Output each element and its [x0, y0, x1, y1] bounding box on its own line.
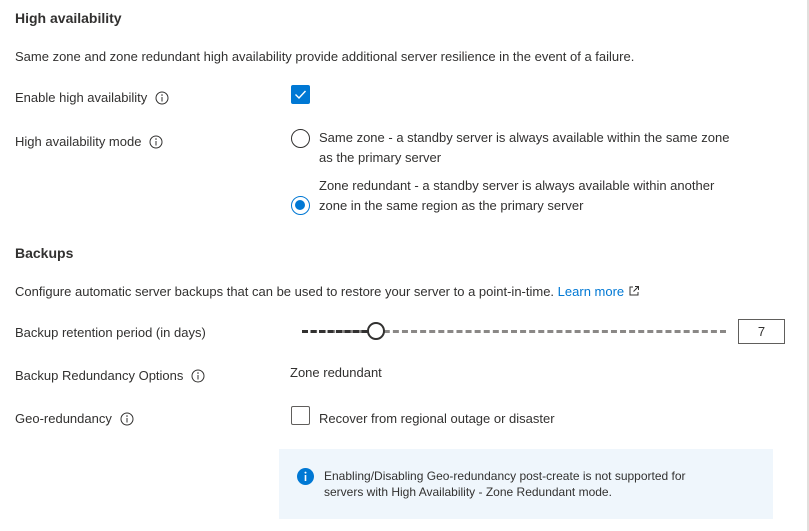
info-message-line1: Enabling/Disabling Geo-redundancy post-c… — [324, 469, 686, 483]
info-icon[interactable] — [149, 135, 163, 149]
info-icon[interactable] — [191, 369, 205, 383]
radio-zone-redundant-label[interactable]: Zone redundant - a standby server is alw… — [319, 176, 714, 216]
retention-slider-thumb[interactable] — [367, 322, 385, 340]
learn-more-link[interactable]: Learn more — [558, 284, 640, 299]
redundancy-label-row: Backup Redundancy Options — [15, 368, 205, 383]
geo-redundancy-option-label[interactable]: Recover from regional outage or disaster — [319, 411, 555, 426]
info-message: Enabling/Disabling Geo-redundancy post-c… — [324, 468, 686, 500]
backups-description-row: Configure automatic server backups that … — [15, 284, 640, 299]
retention-slider-fill — [302, 330, 376, 333]
radio-zone-redundant-line2: zone in the same region as the primary s… — [319, 198, 584, 213]
geo-redundancy-checkbox[interactable] — [291, 406, 310, 425]
radio-same-zone-line1: Same zone - a standby server is always a… — [319, 130, 730, 145]
backups-description: Configure automatic server backups that … — [15, 284, 555, 299]
enable-ha-label: Enable high availability — [15, 90, 148, 105]
redundancy-label: Backup Redundancy Options — [15, 368, 184, 383]
geo-redundancy-label: Geo-redundancy — [15, 411, 112, 426]
enable-ha-checkbox[interactable] — [291, 85, 310, 104]
retention-days-input[interactable] — [738, 319, 785, 344]
geo-redundancy-info-box: Enabling/Disabling Geo-redundancy post-c… — [279, 449, 773, 519]
info-icon[interactable] — [120, 412, 134, 426]
retention-label: Backup retention period (in days) — [15, 325, 206, 340]
info-filled-icon — [297, 468, 314, 485]
ha-mode-label: High availability mode — [15, 134, 142, 149]
enable-ha-label-row: Enable high availability — [15, 90, 169, 105]
learn-more-label: Learn more — [557, 284, 625, 299]
ha-mode-label-row: High availability mode — [15, 134, 163, 149]
high-availability-description: Same zone and zone redundant high availa… — [15, 49, 635, 64]
radio-zone-redundant-line1: Zone redundant - a standby server is alw… — [319, 178, 715, 193]
redundancy-value: Zone redundant — [290, 365, 382, 380]
radio-same-zone-label[interactable]: Same zone - a standby server is always a… — [319, 128, 729, 168]
radio-same-zone-line2: as the primary server — [319, 150, 442, 165]
info-icon[interactable] — [155, 91, 169, 105]
info-message-line2: servers with High Availability - Zone Re… — [324, 485, 612, 499]
checkmark-icon — [295, 90, 307, 100]
section-title-backups: Backups — [15, 245, 74, 261]
external-link-icon — [629, 286, 639, 296]
radio-zone-redundant[interactable] — [291, 196, 310, 215]
radio-same-zone[interactable] — [291, 129, 310, 148]
geo-label-row: Geo-redundancy — [15, 411, 134, 426]
section-title-high-availability: High availability — [15, 10, 122, 26]
